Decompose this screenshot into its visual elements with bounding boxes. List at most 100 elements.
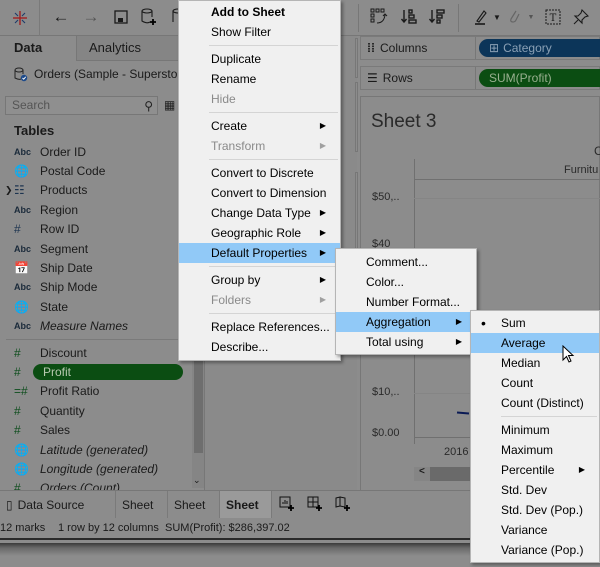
menu-item-create[interactable]: Create ▶ xyxy=(179,116,340,136)
swap-icon[interactable] xyxy=(368,6,390,28)
menu-item-add-to-sheet[interactable]: Add to Sheet xyxy=(179,2,340,22)
field-label: Ship Date xyxy=(40,261,93,276)
field-row-id[interactable]: # Row ID xyxy=(0,220,192,239)
field-postal-code[interactable]: 🌐 Postal Code xyxy=(0,161,192,180)
new-dashboard-icon[interactable] xyxy=(305,496,325,514)
search-icon[interactable]: ⚲ xyxy=(144,98,153,115)
tables-heading: Tables xyxy=(14,123,55,138)
forward-arrow-icon[interactable]: → xyxy=(80,6,102,28)
number-type-icon: # xyxy=(14,222,21,237)
field-label: Ship Mode xyxy=(40,280,98,295)
menu-item-change-data-type[interactable]: Change Data Type ▶ xyxy=(179,203,340,223)
menu-item-label: Convert to Dimension xyxy=(211,186,327,200)
field-region[interactable]: Abc Region xyxy=(0,200,192,219)
view-toggle-grid-icon[interactable]: ▦ xyxy=(164,98,175,112)
new-story-icon[interactable] xyxy=(333,496,353,514)
menu-item-median[interactable]: Median xyxy=(471,353,599,373)
columns-shelf[interactable]: ⁞⁞ Columns ⊞ Category xyxy=(360,36,600,60)
menu-item-minimum[interactable]: Minimum xyxy=(471,420,599,440)
menu-item-convert-to-discrete[interactable]: Convert to Discrete xyxy=(179,163,340,183)
tab-sheet-1[interactable]: Sheet 1 xyxy=(116,491,168,540)
globe-icon: 🌐 xyxy=(14,442,29,457)
field-label: Profit Ratio xyxy=(40,384,100,399)
field-products[interactable]: ❯ ☷ Products xyxy=(0,181,192,200)
menu-item-label: Std. Dev xyxy=(501,483,548,497)
pin-icon[interactable] xyxy=(570,6,592,28)
new-data-source-icon[interactable] xyxy=(138,6,160,28)
y-tick-label: $0.00 xyxy=(372,427,400,439)
menu-item-geographic-role[interactable]: Geographic Role ▶ xyxy=(179,223,340,243)
data-source-connected-icon xyxy=(14,67,28,82)
expand-plus-icon[interactable]: ⊞ xyxy=(489,41,499,55)
rows-shelf[interactable]: ☰ Rows SUM(Profit) xyxy=(360,66,600,90)
tab-analytics[interactable]: Analytics xyxy=(76,36,186,61)
new-worksheet-icon[interactable] xyxy=(277,496,297,514)
field-ship-mode[interactable]: Abc Ship Mode xyxy=(0,278,192,297)
menu-item-number-format[interactable]: Number Format... xyxy=(336,292,476,312)
annotate-dropdown-icon[interactable]: ▼ xyxy=(520,6,542,28)
field-measure-names[interactable]: Abc Measure Names xyxy=(0,317,192,336)
field-discount[interactable]: # Discount xyxy=(0,343,192,362)
columns-shelf-label: ⁞⁞ Columns xyxy=(367,41,428,55)
field-quantity[interactable]: # Quantity xyxy=(0,401,192,420)
menu-item-count-distinct[interactable]: Count (Distinct) xyxy=(471,393,599,413)
menu-item-group-by[interactable]: Group by ▶ xyxy=(179,270,340,290)
tableau-logo-icon[interactable] xyxy=(0,0,40,36)
field-profit-ratio[interactable]: =# Profit Ratio xyxy=(0,382,192,401)
menu-item-percentile[interactable]: Percentile ▶ xyxy=(471,460,599,480)
menu-item-sum[interactable]: • Sum xyxy=(471,313,599,333)
sum-profit-pill[interactable]: SUM(Profit) xyxy=(479,69,600,87)
menu-item-label: Duplicate xyxy=(211,52,262,66)
scroll-left-icon[interactable]: < xyxy=(419,466,425,477)
tab-sheet-3[interactable]: Sheet 3 xyxy=(220,491,272,540)
menu-item-maximum[interactable]: Maximum xyxy=(471,440,599,460)
menu-item-replace-references[interactable]: Replace References... xyxy=(179,317,340,337)
menu-item-label: Std. Dev (Pop.) xyxy=(501,503,584,517)
number-type-icon: # xyxy=(14,423,21,438)
field-order-id[interactable]: Abc Order ID xyxy=(0,142,192,161)
menu-item-duplicate[interactable]: Duplicate xyxy=(179,49,340,69)
menu-item-variance-pop[interactable]: Variance (Pop.) xyxy=(471,540,599,560)
menu-item-label: Describe... xyxy=(211,340,269,354)
category-pill[interactable]: ⊞ Category xyxy=(479,39,600,57)
field-state[interactable]: 🌐 State xyxy=(0,297,192,316)
menu-item-total-using[interactable]: Total using ▶ xyxy=(336,332,476,352)
field-label: State xyxy=(40,299,69,314)
menu-item-describe[interactable]: Describe... xyxy=(179,337,340,357)
tab-data[interactable]: Data xyxy=(0,36,76,61)
menu-item-default-properties[interactable]: Default Properties ▶ xyxy=(179,243,340,263)
field-sales[interactable]: # Sales xyxy=(0,420,192,439)
menu-item-std-dev-pop[interactable]: Std. Dev (Pop.) xyxy=(471,500,599,520)
field-label: Sales xyxy=(40,423,71,438)
menu-item-aggregation[interactable]: Aggregation ▶ xyxy=(336,312,476,332)
sort-ascending-icon[interactable] xyxy=(398,6,420,28)
menu-item-color[interactable]: Color... xyxy=(336,272,476,292)
menu-item-variance[interactable]: Variance xyxy=(471,520,599,540)
field-longitude-generated[interactable]: 🌐 Longitude (generated) xyxy=(0,459,192,478)
show-labels-icon[interactable]: T xyxy=(542,6,564,28)
field-search-input[interactable]: Search ⚲ xyxy=(5,96,158,115)
menu-item-std-dev[interactable]: Std. Dev xyxy=(471,480,599,500)
menu-item-count[interactable]: Count xyxy=(471,373,599,393)
tab-sheet-2[interactable]: Sheet 2 xyxy=(168,491,220,540)
field-profit[interactable]: # Profit xyxy=(0,362,192,381)
menu-item-convert-to-dimension[interactable]: Convert to Dimension xyxy=(179,183,340,203)
menu-item-show-filter[interactable]: Show Filter xyxy=(179,22,340,42)
save-icon[interactable] xyxy=(110,6,132,28)
field-ship-date[interactable]: 📅 Ship Date xyxy=(0,258,192,277)
field-latitude-generated[interactable]: 🌐 Latitude (generated) xyxy=(0,440,192,459)
field-label: Longitude (generated) xyxy=(40,461,159,476)
expand-caret-icon[interactable]: ❯ xyxy=(5,185,13,196)
scroll-down-icon[interactable]: ⌄ xyxy=(193,475,201,486)
field-segment[interactable]: Abc Segment xyxy=(0,239,192,258)
back-arrow-icon[interactable]: ← xyxy=(50,6,72,28)
menu-item-rename[interactable]: Rename xyxy=(179,69,340,89)
tab-data-source[interactable]: ▯ Data Source xyxy=(0,491,116,519)
menu-item-average[interactable]: Average xyxy=(471,333,599,353)
data-pane: Data Analytics Orders (Sample - Supersto… xyxy=(0,36,205,495)
sort-descending-icon[interactable] xyxy=(426,6,448,28)
line-mark[interactable] xyxy=(456,411,470,415)
menu-item-comment[interactable]: Comment... xyxy=(336,252,476,272)
sheet-title[interactable]: Sheet 3 xyxy=(371,111,437,133)
data-source-selector[interactable]: Orders (Sample - Superstore) xyxy=(14,65,204,83)
